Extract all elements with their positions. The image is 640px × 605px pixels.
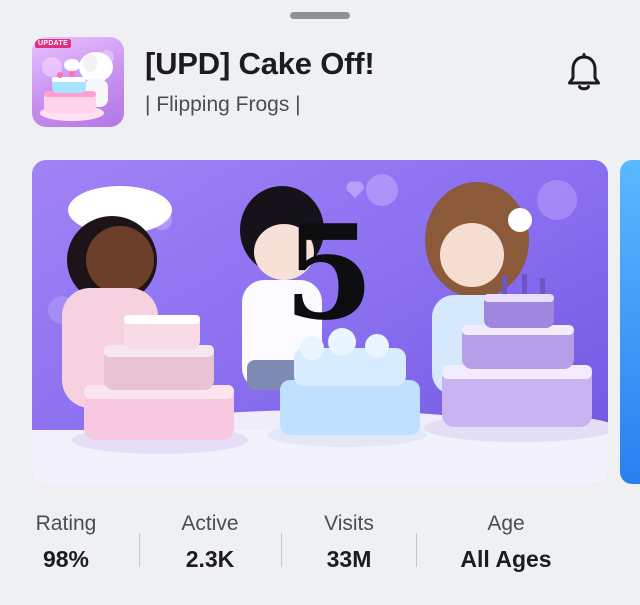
sheet-grabber-handle[interactable]: [290, 12, 350, 19]
next-thumbnail-peek[interactable]: [620, 160, 640, 484]
update-badge: UPDATE: [35, 39, 72, 48]
stat-visits: Visits 33M: [307, 512, 391, 573]
stat-rating: Rating 98%: [24, 512, 108, 573]
stat-value: 98%: [42, 546, 90, 572]
creator-name[interactable]: | Flipping Frogs |: [145, 93, 301, 117]
game-stats-row: Rating 98% Active 2.3K Visits 33M Age Al…: [0, 512, 640, 592]
stat-label: Rating: [35, 512, 97, 535]
game-title: [UPD] Cake Off!: [145, 46, 375, 81]
stat-value: All Ages: [460, 546, 552, 572]
game-thumbnail-icon[interactable]: UPDATE: [32, 37, 124, 127]
stat-label: Age: [487, 512, 525, 535]
stat-active: Active 2.3K: [168, 512, 252, 573]
stat-age: Age All Ages: [446, 512, 566, 573]
stat-divider: [281, 533, 282, 567]
notify-bell-button[interactable]: [566, 53, 602, 93]
stat-divider: [416, 533, 417, 567]
game-banner-image[interactable]: 5: [32, 160, 608, 484]
stat-label: Visits: [324, 512, 374, 535]
stat-value: 33M: [326, 546, 372, 572]
game-thumbnail-art: [40, 50, 114, 121]
bell-icon: [568, 53, 600, 91]
thumbnail-carousel[interactable]: 5: [0, 160, 640, 484]
banner-number-overlay: 5: [283, 196, 375, 349]
stat-value: 2.3K: [185, 546, 235, 572]
stat-label: Active: [181, 512, 239, 535]
stat-divider: [139, 533, 140, 567]
